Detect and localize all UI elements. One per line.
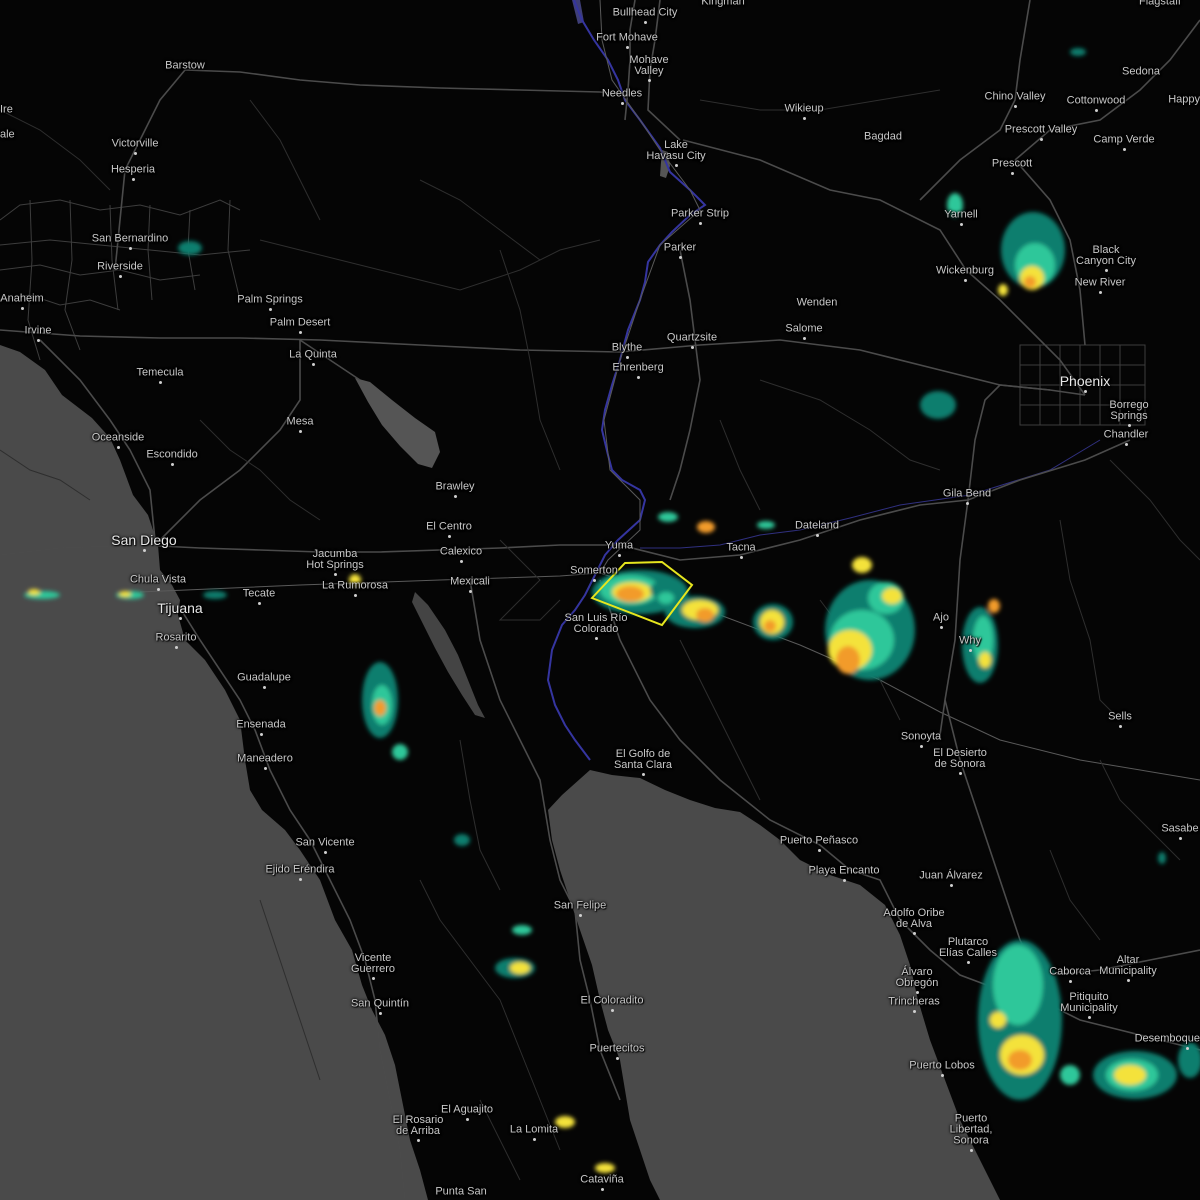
laguna-salada — [412, 592, 485, 718]
place-marker — [970, 1148, 973, 1152]
place-marker — [1069, 979, 1072, 983]
map-canvas — [0, 0, 1200, 1200]
place-marker — [157, 587, 160, 591]
place-marker — [626, 355, 629, 359]
place-marker — [843, 878, 846, 882]
place-marker — [533, 1137, 536, 1141]
place-marker — [448, 534, 451, 538]
place-marker — [354, 593, 357, 597]
place-marker — [299, 429, 302, 433]
place-marker — [1128, 424, 1131, 427]
place-marker — [941, 1073, 944, 1077]
place-marker — [469, 589, 472, 593]
borders — [139, 0, 1200, 781]
place-marker — [1127, 979, 1130, 982]
place-marker — [1186, 1046, 1189, 1050]
place-marker — [175, 645, 178, 649]
gulf-of-california — [548, 770, 1000, 1200]
place-marker — [579, 913, 582, 917]
place-marker — [816, 533, 819, 537]
place-marker — [967, 961, 970, 964]
place-marker — [616, 1056, 619, 1060]
place-marker — [940, 625, 943, 629]
place-marker — [37, 338, 40, 342]
place-marker — [312, 362, 315, 366]
place-marker — [1014, 104, 1017, 108]
place-marker — [1123, 147, 1126, 151]
place-marker — [803, 116, 806, 120]
place-marker — [179, 617, 182, 620]
place-marker — [611, 1008, 614, 1012]
place-marker — [699, 221, 702, 225]
place-marker — [618, 553, 621, 557]
place-marker — [264, 766, 267, 770]
place-marker — [119, 274, 122, 278]
place-marker — [143, 549, 146, 552]
place-marker — [1179, 836, 1182, 840]
place-marker — [1040, 137, 1043, 141]
place-marker — [299, 330, 302, 334]
place-marker — [21, 306, 24, 310]
place-marker — [324, 850, 327, 854]
colorado-river — [546, 0, 707, 761]
place-marker — [621, 101, 624, 105]
place-marker — [372, 977, 375, 980]
place-marker — [454, 494, 457, 498]
place-marker — [334, 573, 337, 576]
place-marker — [1125, 442, 1128, 446]
place-marker — [117, 445, 120, 449]
metro-grids — [0, 199, 1146, 426]
place-marker — [959, 772, 962, 775]
place-marker — [920, 744, 923, 748]
place-marker — [818, 848, 821, 852]
place-marker — [691, 345, 694, 349]
place-marker — [159, 380, 162, 384]
place-marker — [269, 307, 272, 311]
place-marker — [1099, 290, 1102, 294]
place-marker — [803, 336, 806, 340]
place-marker — [626, 45, 629, 49]
place-marker — [1119, 724, 1122, 728]
place-marker — [171, 462, 174, 466]
place-marker — [593, 578, 596, 582]
place-marker — [132, 177, 135, 181]
salton-sea — [355, 378, 440, 468]
place-marker — [129, 246, 132, 250]
place-marker — [1095, 108, 1098, 112]
place-marker — [260, 732, 263, 736]
place-marker — [675, 164, 678, 167]
place-marker — [299, 877, 302, 881]
place-marker — [913, 932, 916, 935]
place-marker — [966, 501, 969, 505]
place-marker — [916, 991, 919, 994]
place-marker — [960, 222, 963, 226]
radar-map[interactable]: Bullhead City Kingman Flagstaff Fort Mohave… — [0, 0, 1200, 1200]
place-marker — [1105, 269, 1108, 272]
place-marker — [258, 601, 261, 605]
place-marker — [263, 685, 266, 689]
place-marker — [740, 555, 743, 559]
place-marker — [648, 79, 651, 82]
pacific-ocean — [0, 345, 428, 1200]
place-marker — [466, 1117, 469, 1121]
place-marker — [644, 20, 647, 24]
place-marker — [950, 883, 953, 887]
place-marker — [1011, 171, 1014, 175]
place-marker — [595, 637, 598, 640]
place-marker — [964, 278, 967, 282]
place-marker — [637, 375, 640, 379]
place-marker — [969, 648, 972, 652]
place-marker — [417, 1139, 420, 1142]
place-marker — [460, 559, 463, 563]
place-marker — [1084, 390, 1087, 393]
place-marker — [679, 255, 682, 259]
place-marker — [1088, 1016, 1091, 1019]
place-marker — [642, 773, 645, 776]
place-marker — [601, 1187, 604, 1191]
place-marker — [913, 1009, 916, 1013]
place-marker — [379, 1011, 382, 1015]
place-marker — [134, 151, 137, 155]
